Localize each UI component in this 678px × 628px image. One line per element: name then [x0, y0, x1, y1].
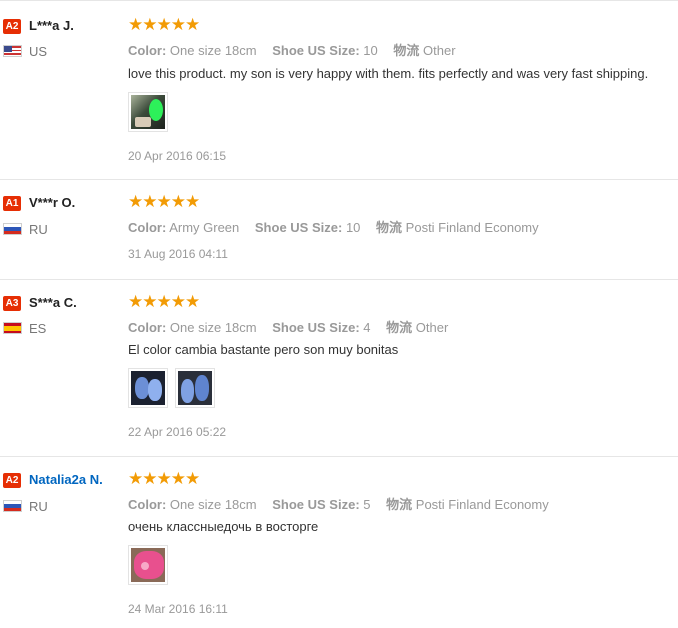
us-flag-icon	[3, 45, 22, 57]
star-icon: ★	[128, 292, 143, 311]
review-item: A2 Natalia2a N. RU ★★★★★ Color: One size…	[0, 456, 678, 628]
star-icon: ★	[185, 292, 200, 311]
buyer-level-badge: A2	[3, 19, 21, 34]
star-icon: ★	[142, 15, 157, 34]
shoe-size-label: Shoe US Size:	[272, 320, 360, 335]
shoe-size-label: Shoe US Size:	[254, 220, 343, 235]
star-icon: ★	[128, 469, 143, 488]
logistics-label: 物流	[393, 43, 420, 58]
es-flag-icon	[3, 322, 22, 334]
buyer-level-badge: A3	[3, 296, 21, 311]
review-text: очень классныедочь в восторге	[128, 519, 319, 534]
star-icon: ★	[156, 469, 172, 488]
reviewer-name: V***r O.	[29, 195, 76, 210]
reviewer-name-link[interactable]: Natalia2a N.	[29, 472, 103, 487]
order-attributes: Color: Army Green Shoe US Size: 10 物流 Po…	[128, 217, 539, 236]
star-icon: ★	[185, 192, 200, 211]
logistics-value: Other	[423, 43, 456, 58]
buyer-level-badge: A1	[3, 196, 21, 211]
ru-flag-icon	[3, 223, 22, 235]
logistics-label: 物流	[376, 220, 403, 235]
order-attributes: Color: One size 18cm Shoe US Size: 10 物流…	[128, 40, 456, 59]
shoe-size-value: 10	[345, 220, 361, 235]
review-photo-thumbnail[interactable]	[128, 368, 168, 408]
star-icon: ★	[156, 192, 172, 211]
shoe-size-label: Shoe US Size:	[272, 497, 360, 512]
star-icon: ★	[170, 292, 186, 311]
order-attributes: Color: One size 18cm Shoe US Size: 5 物流 …	[128, 494, 549, 513]
product-photo-green-shoe	[131, 95, 165, 129]
star-rating: ★★★★★	[128, 192, 200, 211]
review-item: A1 V***r O. RU ★★★★★ Color: Army Green S…	[0, 179, 678, 280]
color-label: Color:	[128, 220, 167, 235]
shoe-size-value: 5	[363, 497, 371, 512]
star-icon: ★	[185, 15, 200, 34]
star-icon: ★	[156, 15, 172, 34]
color-value: One size 18cm	[169, 43, 257, 58]
star-icon: ★	[185, 469, 200, 488]
logistics-value: Posti Finland Economy	[405, 220, 539, 235]
color-value: One size 18cm	[169, 497, 257, 512]
reviewer-country: US	[29, 44, 48, 59]
review-item: A3 S***a C. ES ★★★★★ Color: One size 18c…	[0, 279, 678, 457]
color-value: Army Green	[169, 220, 240, 235]
star-rating: ★★★★★	[128, 292, 200, 311]
star-icon: ★	[170, 469, 186, 488]
star-rating: ★★★★★	[128, 15, 200, 34]
logistics-value: Other	[415, 320, 449, 335]
color-value: One size 18cm	[169, 320, 257, 335]
review-date: 20 Apr 2016 06:15	[128, 149, 227, 163]
star-icon: ★	[170, 15, 186, 34]
reviewer-name: L***a J.	[29, 18, 74, 33]
review-photo-thumbnail[interactable]	[128, 92, 168, 132]
buyer-level-badge: A2	[3, 473, 21, 488]
product-photo-blue-slippers-2	[178, 371, 212, 405]
review-photo-thumbnail[interactable]	[128, 545, 168, 585]
logistics-value: Posti Finland Economy	[415, 497, 549, 512]
review-date: 31 Aug 2016 04:11	[128, 247, 228, 261]
star-icon: ★	[170, 192, 186, 211]
star-icon: ★	[128, 192, 143, 211]
color-label: Color:	[128, 320, 167, 335]
star-rating: ★★★★★	[128, 469, 200, 488]
review-text: love this product. my son is very happy …	[128, 66, 649, 81]
shoe-size-value: 10	[363, 43, 378, 58]
shoe-size-label: Shoe US Size:	[272, 43, 360, 58]
order-attributes: Color: One size 18cm Shoe US Size: 4 物流 …	[128, 317, 448, 336]
color-label: Color:	[128, 497, 167, 512]
color-label: Color:	[128, 43, 167, 58]
ru-flag-icon	[3, 500, 22, 512]
logistics-label: 物流	[386, 497, 413, 512]
reviewer-country: ES	[29, 321, 47, 336]
review-text: El color cambia bastante pero son muy bo…	[128, 342, 399, 357]
logistics-label: 物流	[386, 320, 413, 335]
review-item: A2 L***a J. US ★★★★★ Color: One size 18c…	[0, 0, 678, 180]
reviewer-name: S***a C.	[29, 295, 77, 310]
shoe-size-value: 4	[363, 320, 371, 335]
review-date: 24 Mar 2016 16:11	[128, 602, 228, 616]
star-icon: ★	[142, 292, 157, 311]
star-icon: ★	[156, 292, 172, 311]
reviewer-country: RU	[29, 499, 48, 514]
star-icon: ★	[128, 15, 143, 34]
reviewer-country: RU	[29, 222, 48, 237]
star-icon: ★	[142, 469, 157, 488]
review-date: 22 Apr 2016 05:22	[128, 425, 227, 439]
review-photo-thumbnail[interactable]	[175, 368, 215, 408]
product-photo-pink-slippers	[131, 548, 165, 582]
product-photo-blue-slippers-1	[131, 371, 165, 405]
star-icon: ★	[142, 192, 157, 211]
